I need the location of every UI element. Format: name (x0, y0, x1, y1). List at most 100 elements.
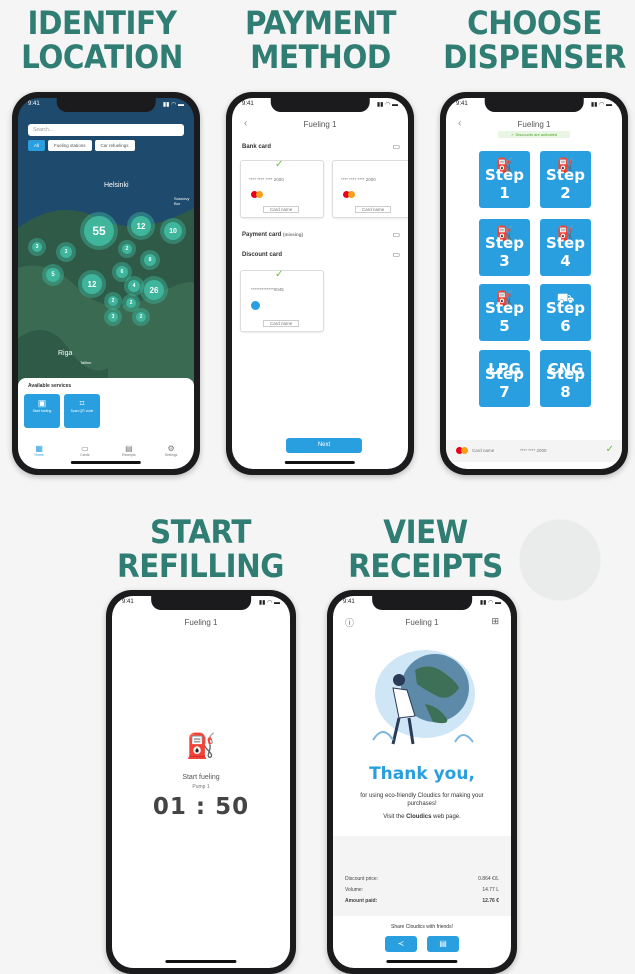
footer-card-name: Card name (472, 448, 495, 453)
heading-payment-method: PAYMENT METHOD (244, 4, 397, 76)
search-input[interactable]: Search... (28, 124, 184, 136)
map-cluster[interactable]: 8 (144, 254, 156, 266)
check-icon: ✓ (275, 269, 284, 280)
nav-receipts[interactable]: ▤ Receipts (111, 444, 146, 457)
map-cluster[interactable]: 3 (32, 242, 42, 252)
discount-card-label: Discount card (242, 252, 283, 258)
chip-fueling-stations[interactable]: Fueling stations (48, 140, 92, 151)
city-label-riga: Riga (58, 350, 73, 357)
card-name-button[interactable]: Card name (355, 206, 392, 213)
city-label-helsinki: Helsinki (104, 182, 129, 189)
map-cluster[interactable]: 2 (108, 296, 118, 306)
phone-receipt: 9:41 ▮▮ ◠ ▬ ⓘ Fueling 1 ⊞ Thank you, for … (327, 590, 517, 974)
phone-map: 9:41 ▮▮ ◠ ▬ Search... All Fueling station… (12, 92, 200, 475)
phone-dispenser: 9:41 ▮▮ ◠ ▬ ‹ Fueling 1 ✓ Discounts are a… (440, 92, 628, 475)
receipt-button[interactable]: ▤ (427, 936, 459, 952)
signal-icon: ▮▮ ◠ ▬ (376, 102, 398, 108)
step-8-button[interactable]: CNG Step 8 (540, 350, 591, 407)
discount-logo-icon (251, 301, 260, 310)
qr-code-icon: ⌗ (79, 398, 85, 408)
check-icon: ✓ (605, 444, 614, 455)
map-cluster[interactable]: 2 (136, 312, 146, 322)
thank-you-heading: Thank you, (369, 764, 475, 784)
pump-label: Pump 1 (192, 784, 210, 790)
map-cluster[interactable]: 10 (164, 222, 182, 240)
start-fueling-service-button[interactable]: ▣ Start fueling (24, 394, 60, 428)
bank-card-2[interactable]: **** **** **** 2000 Card name (332, 160, 408, 218)
screen-title: Fueling 1 (184, 618, 218, 627)
discount-card-number: *************0045 (251, 287, 284, 292)
available-services-label: Available services (28, 383, 72, 389)
home-indicator (284, 461, 356, 464)
signal-icon: ▮▮ ◠ ▬ (258, 600, 280, 606)
add-card-icon[interactable]: ▭ (392, 250, 400, 259)
map-cluster[interactable]: 3 (108, 312, 118, 322)
thank-you-message: for using eco-friendly Cloudics for maki… (360, 793, 484, 807)
discount-card[interactable]: ✓ *************0045 Card name (240, 269, 324, 332)
map-cluster[interactable]: 12 (82, 274, 102, 294)
screen-title: Fueling 1 (517, 120, 551, 129)
step-4-button[interactable]: ⛽ Step 4 (540, 219, 591, 276)
map-cluster[interactable]: 5 (46, 268, 60, 282)
chip-all[interactable]: All (28, 140, 46, 151)
receipt-icon: ▤ (125, 444, 133, 453)
map-cluster[interactable]: 26 (144, 280, 164, 300)
chip-car-refuelings[interactable]: Car refuelings (94, 140, 135, 151)
status-time: 9:41 (242, 101, 254, 107)
bank-card-1[interactable]: ✓ **** **** **** 2000 Card name (240, 159, 324, 218)
card-name-button[interactable]: Card name (263, 206, 300, 213)
selected-card-footer[interactable]: Card name **** **** 2000 ✓ (446, 440, 622, 462)
status-time: 9:41 (122, 599, 134, 605)
add-card-icon[interactable]: ▭ (392, 230, 400, 239)
map-cluster[interactable]: 55 (84, 216, 114, 246)
nav-home[interactable]: ▦ Home (22, 444, 57, 457)
heading-choose-dispenser: CHOOSE DISPENSER (443, 4, 626, 76)
mastercard-icon (343, 191, 355, 198)
map-cluster[interactable]: 2 (122, 244, 132, 254)
next-button[interactable]: Next (286, 438, 362, 453)
heading-identify-location: IDENTIFY LOCATION (21, 4, 183, 76)
nav-cards[interactable]: ▭ Cards (67, 444, 102, 457)
payment-card-hint: (missing) (283, 232, 304, 237)
city-label-tallinn: Tallinn (80, 360, 92, 365)
map-cluster[interactable]: 3 (60, 246, 72, 258)
fuel-pump-icon: ▣ (37, 398, 47, 408)
card-icon: ▭ (81, 444, 89, 453)
step-7-button[interactable]: LPG Step 7 (479, 350, 530, 407)
step-6-button[interactable]: ⛟ Step 6 (540, 284, 591, 341)
signal-icon: ▮▮ ◠ ▬ (162, 102, 184, 108)
signal-icon: ▮▮ ◠ ▬ (590, 102, 612, 108)
map-cluster[interactable]: 6 (116, 266, 128, 278)
city-label-sosnovy-bor: Sosnovy Bor (174, 196, 190, 206)
phone-refilling: 9:41 ▮▮ ◠ ▬ Fueling 1 ⛽ Start fueling Pum… (106, 590, 296, 974)
phone-payment: 9:41 ▮▮ ◠ ▬ ‹ Fueling 1 Bank card ▭ ✓ ***… (226, 92, 414, 475)
share-icon: ≺ (397, 939, 405, 948)
map-cluster[interactable]: 2 (126, 298, 136, 308)
fueling-timer: 01 : 50 (152, 794, 250, 820)
status-time: 9:41 (456, 101, 468, 107)
screen-title: Fueling 1 (405, 618, 439, 627)
gear-icon: ⚙ (167, 444, 175, 453)
map-cluster[interactable]: 12 (131, 216, 151, 236)
card-name-button[interactable]: Card name (263, 320, 300, 327)
step-5-button[interactable]: ⛽ Step 5 (479, 284, 530, 341)
add-card-icon[interactable]: ▭ (392, 142, 400, 151)
nav-settings[interactable]: ⚙ Settings (154, 444, 189, 457)
payment-card-label: Payment card (missing) (242, 232, 304, 238)
step-1-button[interactable]: ⛽ Step 1 (479, 151, 530, 208)
services-panel: Available services ▣ Start fueling ⌗ Sca… (18, 378, 194, 469)
mastercard-icon (251, 191, 263, 198)
step-3-button[interactable]: ⛽ Step 3 (479, 219, 530, 276)
receipt-icon: ▤ (439, 939, 447, 948)
home-indicator (386, 960, 458, 963)
thank-you-illustration (372, 650, 475, 745)
check-icon: ✓ (275, 159, 284, 170)
grid-icon[interactable]: ⊞ (491, 616, 499, 627)
card-number: **** **** **** 2000 (249, 177, 284, 182)
step-2-button[interactable]: ⛽ Step 2 (540, 151, 591, 208)
scan-qr-service-button[interactable]: ⌗ Scan QR code (64, 394, 100, 428)
share-button[interactable]: ≺ (385, 936, 417, 952)
map-cluster[interactable]: 4 (128, 280, 140, 292)
cloudics-link[interactable]: Cloudics (406, 814, 431, 820)
signal-icon: ▮▮ ◠ ▬ (479, 600, 501, 606)
